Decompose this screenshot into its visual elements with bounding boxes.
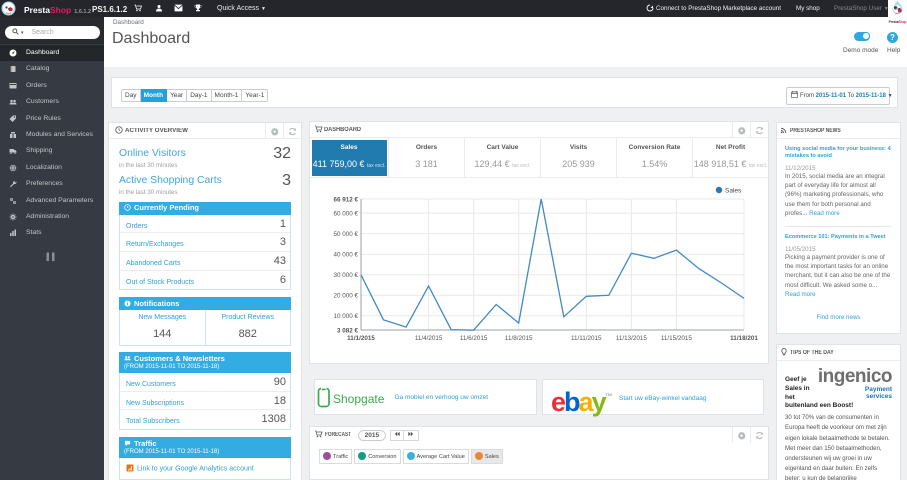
svg-text:11/4/2015: 11/4/2015	[415, 335, 443, 342]
svg-text:11/18/201: 11/18/201	[730, 335, 758, 342]
svg-text:11/11/2015: 11/11/2015	[571, 335, 602, 342]
svg-text:66 912 €: 66 912 €	[333, 196, 358, 203]
svg-text:Sales: Sales	[725, 188, 742, 195]
svg-text:11/15/2015: 11/15/2015	[661, 335, 693, 342]
svg-text:40 000 €: 40 000 €	[333, 252, 358, 259]
svg-text:10 000 €: 10 000 €	[333, 313, 358, 320]
svg-text:11/6/2015: 11/6/2015	[460, 335, 488, 342]
svg-text:11/8/2015: 11/8/2015	[505, 335, 533, 342]
svg-text:60 000 €: 60 000 €	[333, 210, 358, 217]
svg-text:3 082 €: 3 082 €	[337, 327, 359, 334]
svg-text:30 000 €: 30 000 €	[333, 272, 358, 279]
svg-text:Shopgate: Shopgate	[333, 392, 385, 406]
svg-text:11/13/2015: 11/13/2015	[616, 335, 648, 342]
svg-text:11/1/2015: 11/1/2015	[347, 335, 375, 342]
svg-text:50 000 €: 50 000 €	[333, 231, 358, 238]
svg-text:20 000 €: 20 000 €	[333, 293, 358, 300]
